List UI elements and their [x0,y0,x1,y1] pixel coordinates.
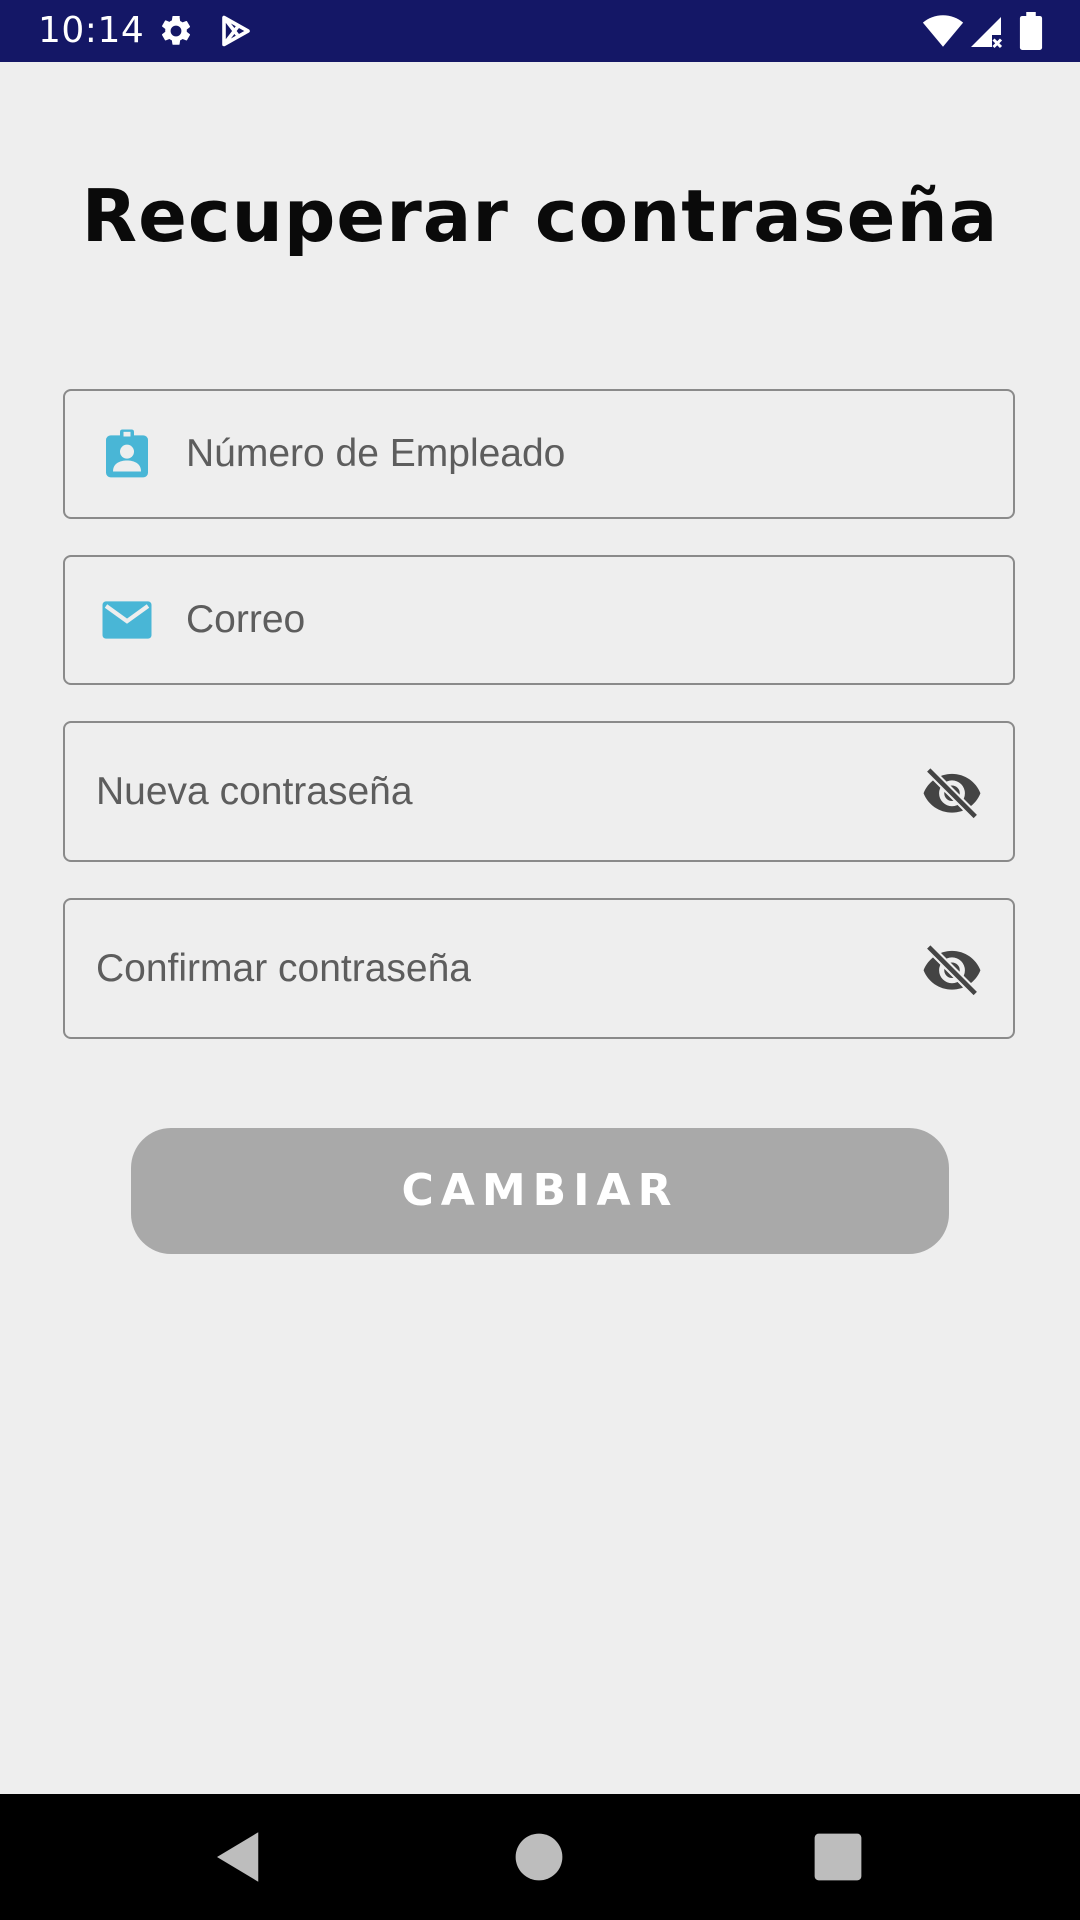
change-button[interactable]: CAMBIAR [131,1128,949,1254]
email-field[interactable]: Correo [63,555,1015,685]
employee-number-placeholder: Número de Empleado [186,432,566,475]
play-store-icon [222,15,250,47]
gear-icon [161,15,191,45]
confirm-password-field[interactable]: Confirmar contraseña [63,898,1015,1039]
battery-icon [1019,12,1043,50]
email-placeholder: Correo [186,598,306,641]
visibility-off-icon[interactable] [921,761,983,823]
back-icon[interactable] [206,1824,272,1890]
wifi-icon [922,15,964,47]
home-icon[interactable] [506,1824,572,1890]
navigation-bar [0,1794,1080,1920]
recents-icon[interactable] [805,1824,871,1890]
new-password-placeholder: Nueva contraseña [96,769,413,813]
recover-password-screen: Recuperar contraseña Número de Empleado … [0,62,1080,1794]
page-title: Recuperar contraseña [81,174,999,258]
new-password-field[interactable]: Nueva contraseña [63,721,1015,862]
employee-number-field[interactable]: Número de Empleado [63,389,1015,519]
status-bar: 10:14 [0,0,1080,62]
status-time: 10:14 [38,10,145,51]
confirm-password-placeholder: Confirmar contraseña [96,946,471,990]
visibility-off-icon[interactable] [921,938,983,1000]
mail-icon [102,601,152,639]
signal-icon [971,17,1003,49]
employee-badge-icon [106,429,148,478]
